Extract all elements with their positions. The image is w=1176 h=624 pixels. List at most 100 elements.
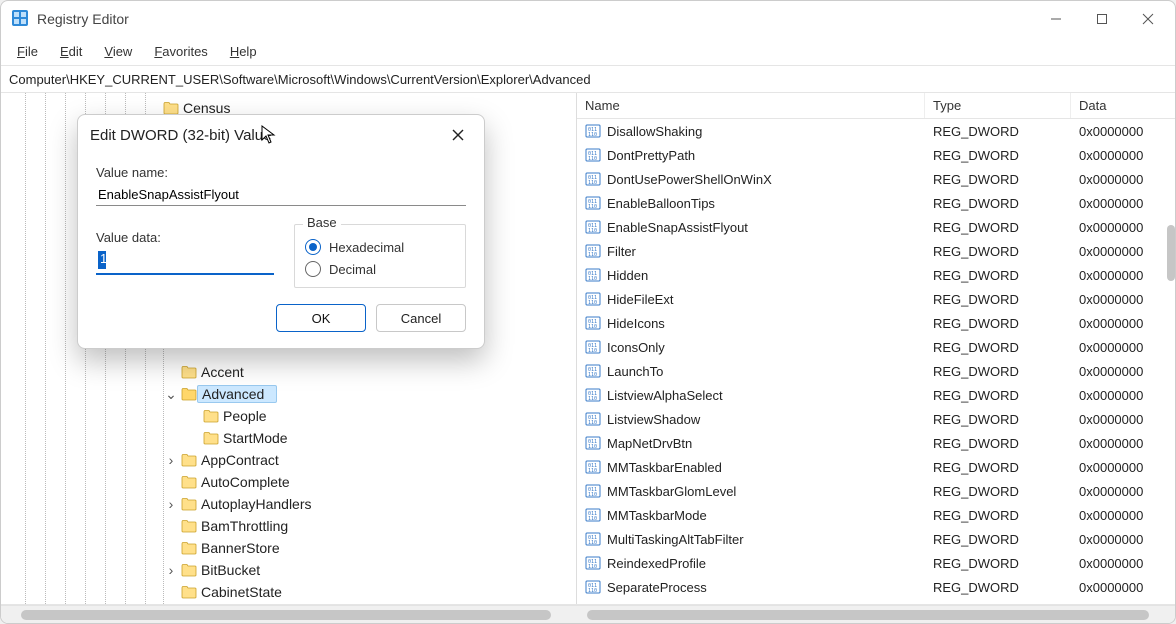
tree-item[interactable]: AutoComplete <box>1 471 576 493</box>
tree-item[interactable]: People <box>1 405 576 427</box>
list-row[interactable]: 011 110 ListviewShadowREG_DWORD0x0000000 <box>577 407 1175 431</box>
column-name[interactable]: Name <box>577 93 925 118</box>
svg-text:110: 110 <box>588 468 597 474</box>
list-row[interactable]: 011 110 MMTaskbarEnabledREG_DWORD0x00000… <box>577 455 1175 479</box>
value-data: 0x0000000 <box>1071 172 1175 187</box>
list-row[interactable]: 011 110 DisallowShakingREG_DWORD0x000000… <box>577 119 1175 143</box>
expander-icon[interactable]: › <box>163 496 179 512</box>
maximize-button[interactable] <box>1079 1 1125 37</box>
value-type: REG_DWORD <box>925 268 1071 283</box>
ok-button[interactable]: OK <box>276 304 366 332</box>
value-name: DontUsePowerShellOnWinX <box>607 172 772 187</box>
value-type: REG_DWORD <box>925 532 1071 547</box>
tree-item-label: BamThrottling <box>201 518 296 534</box>
value-data: 0x0000000 <box>1071 484 1175 499</box>
list-row[interactable]: 011 110 DontPrettyPathREG_DWORD0x0000000 <box>577 143 1175 167</box>
list-row[interactable]: 011 110 HideIconsREG_DWORD0x0000000 <box>577 311 1175 335</box>
vertical-scrollbar-thumb[interactable] <box>1167 225 1175 281</box>
list-row[interactable]: 011 110 EnableBalloonTipsREG_DWORD0x0000… <box>577 191 1175 215</box>
value-name: Hidden <box>607 268 648 283</box>
value-type: REG_DWORD <box>925 484 1071 499</box>
list-row[interactable]: 011 110 MMTaskbarModeREG_DWORD0x0000000 <box>577 503 1175 527</box>
value-type: REG_DWORD <box>925 148 1071 163</box>
value-data-input[interactable] <box>96 249 274 275</box>
value-data: 0x0000000 <box>1071 532 1175 547</box>
tree-item[interactable]: › BitBucket <box>1 559 576 581</box>
list-row[interactable]: 011 110 ListviewAlphaSelectREG_DWORD0x00… <box>577 383 1175 407</box>
minimize-button[interactable] <box>1033 1 1079 37</box>
tree-item[interactable]: StartMode <box>1 427 576 449</box>
list-row[interactable]: 011 110 ReindexedProfileREG_DWORD0x00000… <box>577 551 1175 575</box>
list-row[interactable]: 011 110 LaunchToREG_DWORD0x0000000 <box>577 359 1175 383</box>
svg-text:110: 110 <box>588 324 597 330</box>
list-body[interactable]: 011 110 DisallowShakingREG_DWORD0x000000… <box>577 119 1175 604</box>
value-data: 0x0000000 <box>1071 388 1175 403</box>
list-row[interactable]: 011 110 FilterREG_DWORD0x0000000 <box>577 239 1175 263</box>
expander-icon[interactable]: ⌄ <box>163 386 179 403</box>
list-row[interactable]: 011 110 MMTaskbarGlomLevelREG_DWORD0x000… <box>577 479 1175 503</box>
menu-favorites[interactable]: Favorites <box>144 41 217 62</box>
value-data: 0x0000000 <box>1071 460 1175 475</box>
value-data-label: Value data: <box>96 230 274 245</box>
horizontal-scrollbar[interactable] <box>1 605 1175 623</box>
tree-item[interactable]: BamThrottling <box>1 515 576 537</box>
value-name-field[interactable] <box>96 184 466 206</box>
svg-text:110: 110 <box>588 204 597 210</box>
menu-view[interactable]: View <box>94 41 142 62</box>
menu-help[interactable]: Help <box>220 41 267 62</box>
value-type: REG_DWORD <box>925 292 1071 307</box>
list-row[interactable]: 011 110 HiddenREG_DWORD0x0000000 <box>577 263 1175 287</box>
value-name: MMTaskbarGlomLevel <box>607 484 736 499</box>
tree-item-label: BitBucket <box>201 562 268 578</box>
expander-icon[interactable]: › <box>163 562 179 578</box>
value-name: MultiTaskingAltTabFilter <box>607 532 744 547</box>
window-title: Registry Editor <box>37 11 1033 27</box>
radio-hex[interactable] <box>305 239 321 255</box>
list-row[interactable]: 011 110 IconsOnlyREG_DWORD0x0000000 <box>577 335 1175 359</box>
address-bar[interactable]: Computer\HKEY_CURRENT_USER\Software\Micr… <box>1 65 1175 93</box>
radio-dec-row[interactable]: Decimal <box>305 261 455 277</box>
value-type: REG_DWORD <box>925 436 1071 451</box>
value-type: REG_DWORD <box>925 316 1071 331</box>
column-data[interactable]: Data <box>1071 93 1175 118</box>
address-text: Computer\HKEY_CURRENT_USER\Software\Micr… <box>9 72 591 87</box>
titlebar: Registry Editor <box>1 1 1175 37</box>
close-button[interactable] <box>1125 1 1171 37</box>
radio-hex-row[interactable]: Hexadecimal <box>305 239 455 255</box>
window-controls <box>1033 1 1171 37</box>
value-data: 0x0000000 <box>1071 196 1175 211</box>
value-type: REG_DWORD <box>925 556 1071 571</box>
tree-item[interactable]: › AppContract <box>1 449 576 471</box>
value-name-label: Value name: <box>96 165 466 180</box>
tree-item[interactable]: › AutoplayHandlers <box>1 493 576 515</box>
value-type: REG_DWORD <box>925 508 1071 523</box>
cancel-button[interactable]: Cancel <box>376 304 466 332</box>
hscroll-thumb-left[interactable] <box>21 610 551 620</box>
value-data: 0x0000000 <box>1071 508 1175 523</box>
svg-text:110: 110 <box>588 396 597 402</box>
menu-edit[interactable]: Edit <box>50 41 92 62</box>
tree-item[interactable]: BannerStore <box>1 537 576 559</box>
menu-file[interactable]: File <box>7 41 48 62</box>
list-row[interactable]: 011 110 MultiTaskingAltTabFilterREG_DWOR… <box>577 527 1175 551</box>
expander-icon[interactable]: › <box>163 452 179 468</box>
column-type[interactable]: Type <box>925 93 1071 118</box>
list-row[interactable]: 011 110 MapNetDrvBtnREG_DWORD0x0000000 <box>577 431 1175 455</box>
hscroll-thumb-right[interactable] <box>587 610 1149 620</box>
radio-dec[interactable] <box>305 261 321 277</box>
radio-dec-label: Decimal <box>329 262 376 277</box>
list-row[interactable]: 011 110 DontUsePowerShellOnWinXREG_DWORD… <box>577 167 1175 191</box>
radio-hex-label: Hexadecimal <box>329 240 404 255</box>
tree-item[interactable]: ⌄ Advanced <box>1 383 576 405</box>
value-type: REG_DWORD <box>925 124 1071 139</box>
list-row[interactable]: 011 110 SeparateProcessREG_DWORD0x000000… <box>577 575 1175 599</box>
value-data: 0x0000000 <box>1071 412 1175 427</box>
dialog-close-button[interactable] <box>444 121 472 149</box>
tree-item[interactable]: Accent <box>1 361 576 383</box>
dialog-title: Edit DWORD (32-bit) Value <box>90 127 444 144</box>
list-row[interactable]: 011 110 EnableSnapAssistFlyoutREG_DWORD0… <box>577 215 1175 239</box>
svg-text:110: 110 <box>588 420 597 426</box>
list-row[interactable]: 011 110 HideFileExtREG_DWORD0x0000000 <box>577 287 1175 311</box>
tree-item[interactable]: CabinetState <box>1 581 576 603</box>
svg-text:110: 110 <box>588 132 597 138</box>
